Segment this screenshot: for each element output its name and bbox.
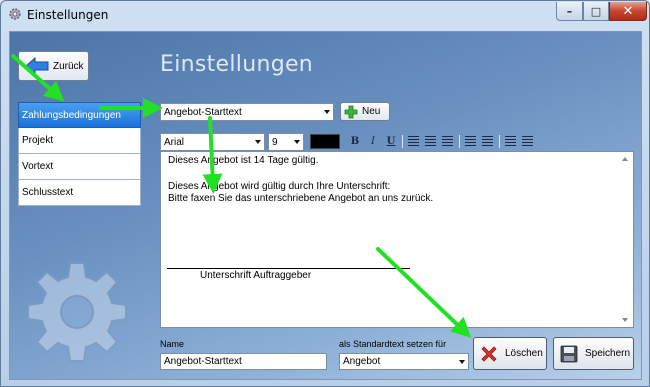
title-bar[interactable]: Einstellungen – □ ✕ (1, 1, 649, 29)
chevron-down-icon (255, 140, 261, 144)
close-icon: ✕ (622, 3, 634, 19)
sidebar-item-label: Projekt (22, 135, 54, 146)
template-select[interactable]: Angebot-Starttext (160, 103, 334, 121)
close-button[interactable]: ✕ (609, 2, 647, 21)
bold-button[interactable]: B (348, 134, 362, 149)
underline-button[interactable]: U (384, 134, 398, 149)
sidebar-item-label: Vortext (22, 161, 54, 172)
maximize-icon: □ (590, 4, 602, 18)
numbered-list-icon[interactable] (482, 136, 493, 146)
format-toolbar: Arial 9 B I U (160, 132, 632, 152)
name-input-value: Angebot-Starttext (164, 356, 242, 367)
toolbar-divider (459, 135, 460, 148)
scroll-down-icon[interactable] (622, 318, 628, 322)
maximize-button[interactable]: □ (583, 2, 609, 21)
delete-button[interactable]: Löschen (473, 337, 547, 370)
sidebar-item-label: Schlusstext (22, 187, 74, 198)
font-size-value: 9 (272, 136, 278, 148)
page-title: Einstellungen (160, 52, 314, 77)
name-input[interactable]: Angebot-Starttext (160, 353, 327, 370)
delete-button-label: Löschen (505, 348, 543, 359)
arrow-left-icon (25, 57, 49, 75)
delete-x-icon (481, 345, 497, 362)
indent-icon[interactable] (522, 136, 533, 146)
client-area: Zurück Einstellungen Zahlungsbedingungen… (9, 31, 642, 380)
font-select[interactable]: Arial (160, 133, 265, 151)
signature-caption: Unterschrift Auftraggeber (200, 270, 312, 281)
plus-icon (344, 105, 358, 118)
toolbar-divider (402, 135, 403, 148)
save-button[interactable]: Speichern (553, 337, 634, 370)
editor-line: Dieses Angebot ist 14 Tage gültig. (168, 155, 319, 166)
font-select-value: Arial (164, 136, 185, 148)
new-button-label: Neu (362, 106, 381, 117)
italic-button[interactable]: I (366, 134, 380, 149)
default-for-value: Angebot (343, 356, 381, 367)
bullet-list-icon[interactable] (465, 136, 476, 146)
gear-decoration-icon (27, 262, 127, 362)
toolbar-divider (499, 135, 500, 148)
chevron-down-icon (294, 140, 300, 144)
chevron-down-icon (459, 360, 465, 364)
sidebar-item-vortext[interactable]: Vortext (18, 154, 141, 180)
scroll-up-icon[interactable] (622, 157, 628, 161)
align-right-icon[interactable] (442, 136, 453, 146)
default-for-label: als Standardtext setzen für (339, 339, 447, 349)
sidebar-item-projekt[interactable]: Projekt (18, 128, 141, 154)
align-center-icon[interactable] (425, 136, 436, 146)
sidebar: Zahlungsbedingungen Projekt Vortext Schl… (18, 102, 141, 206)
minimize-button[interactable]: – (556, 2, 583, 21)
back-button-label: Zurück (53, 60, 84, 72)
floppy-disk-icon (560, 345, 578, 362)
editor-line: Bitte faxen Sie das unterschriebene Ange… (168, 193, 434, 204)
save-button-label: Speichern (585, 348, 631, 359)
sidebar-item-schlusstext[interactable]: Schlusstext (18, 180, 141, 206)
sidebar-item-label: Zahlungsbedingungen (22, 109, 121, 121)
editor-line: Dieses Angebot wird gültig durch Ihre Un… (168, 181, 391, 192)
new-button[interactable]: Neu (340, 102, 390, 121)
minimize-icon: – (566, 4, 573, 18)
sidebar-item-zahlungsbedingungen[interactable]: Zahlungsbedingungen (18, 102, 141, 128)
text-editor[interactable]: Dieses Angebot ist 14 Tage gültig. Diese… (160, 151, 634, 328)
chevron-down-icon (324, 110, 330, 114)
outdent-icon[interactable] (505, 136, 516, 146)
editor-scrollbar[interactable] (618, 152, 633, 327)
back-button[interactable]: Zurück (18, 51, 89, 81)
font-size-select[interactable]: 9 (268, 133, 304, 151)
settings-window: Einstellungen – □ ✕ Zurück Einstellungen… (0, 0, 650, 387)
window-title: Einstellungen (27, 8, 109, 22)
name-label: Name (160, 339, 185, 349)
default-for-select[interactable]: Angebot (339, 353, 469, 370)
text-color-picker[interactable] (310, 134, 340, 149)
gear-icon (9, 8, 21, 20)
template-select-value: Angebot-Starttext (164, 106, 242, 118)
signature-line (167, 268, 410, 269)
align-left-icon[interactable] (408, 136, 419, 146)
